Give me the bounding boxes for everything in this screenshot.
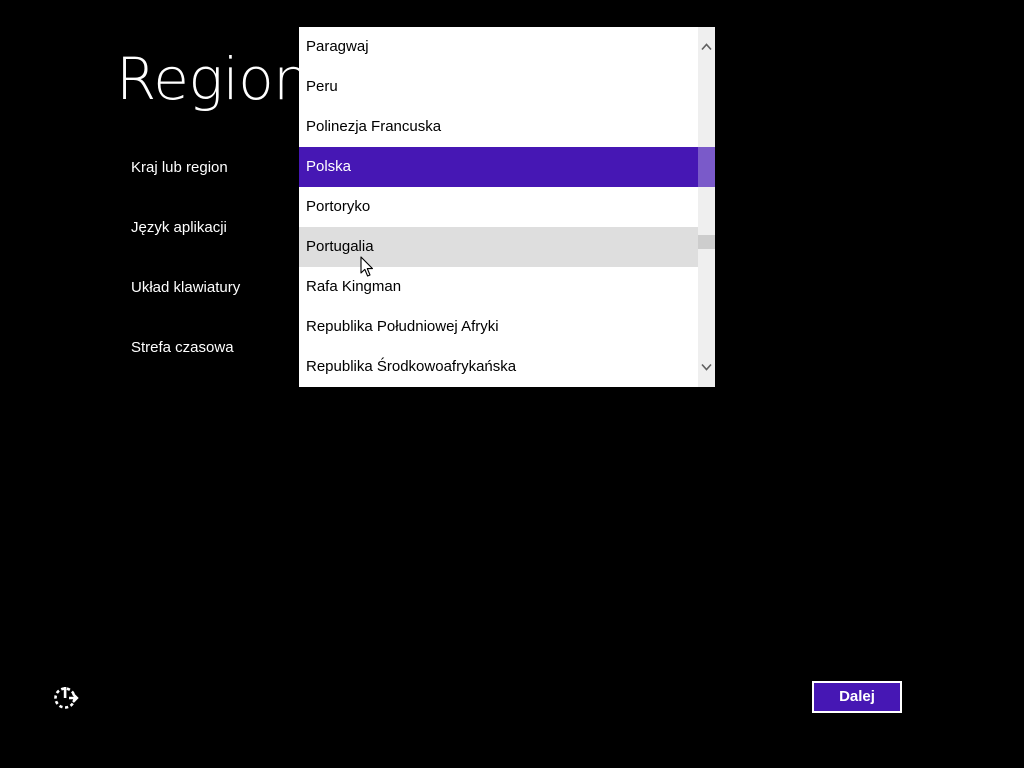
keyboard-layout-label: Układ klawiatury xyxy=(131,279,241,296)
app-language-label: Język aplikacji xyxy=(131,219,227,236)
country-option-portoryko[interactable]: Portoryko xyxy=(299,187,698,227)
scroll-up-button[interactable] xyxy=(698,37,715,57)
region-setup-screen: Region Kraj lub region Język aplikacji U… xyxy=(0,0,1024,768)
country-option-rpa[interactable]: Republika Południowej Afryki xyxy=(299,307,698,347)
next-button[interactable]: Dalej xyxy=(812,681,902,713)
scrollbar-thumb[interactable] xyxy=(698,235,715,249)
country-option-rsa[interactable]: Republika Środkowoafrykańska xyxy=(299,347,698,387)
mouse-cursor-icon xyxy=(360,256,374,277)
country-option-rafa-kingman[interactable]: Rafa Kingman xyxy=(299,267,698,307)
country-dropdown-list[interactable]: Paragwaj Peru Polinezja Francuska Polska… xyxy=(299,27,715,387)
country-option-polinezja-francuska[interactable]: Polinezja Francuska xyxy=(299,107,698,147)
chevron-down-icon xyxy=(701,363,712,371)
country-option-paragwaj[interactable]: Paragwaj xyxy=(299,27,698,67)
country-options: Paragwaj Peru Polinezja Francuska Polska… xyxy=(299,27,698,387)
chevron-up-icon xyxy=(701,43,712,51)
time-zone-label: Strefa czasowa xyxy=(131,339,234,356)
country-option-portugalia[interactable]: Portugalia xyxy=(299,227,698,267)
country-option-polska[interactable]: Polska xyxy=(299,147,698,187)
ease-of-access-icon[interactable] xyxy=(52,684,80,712)
scrollbar-selection-strip xyxy=(698,147,715,187)
scroll-down-button[interactable] xyxy=(698,357,715,377)
dropdown-scrollbar[interactable] xyxy=(698,27,715,387)
country-option-peru[interactable]: Peru xyxy=(299,67,698,107)
country-region-label: Kraj lub region xyxy=(131,159,228,176)
page-title: Region xyxy=(116,45,310,113)
